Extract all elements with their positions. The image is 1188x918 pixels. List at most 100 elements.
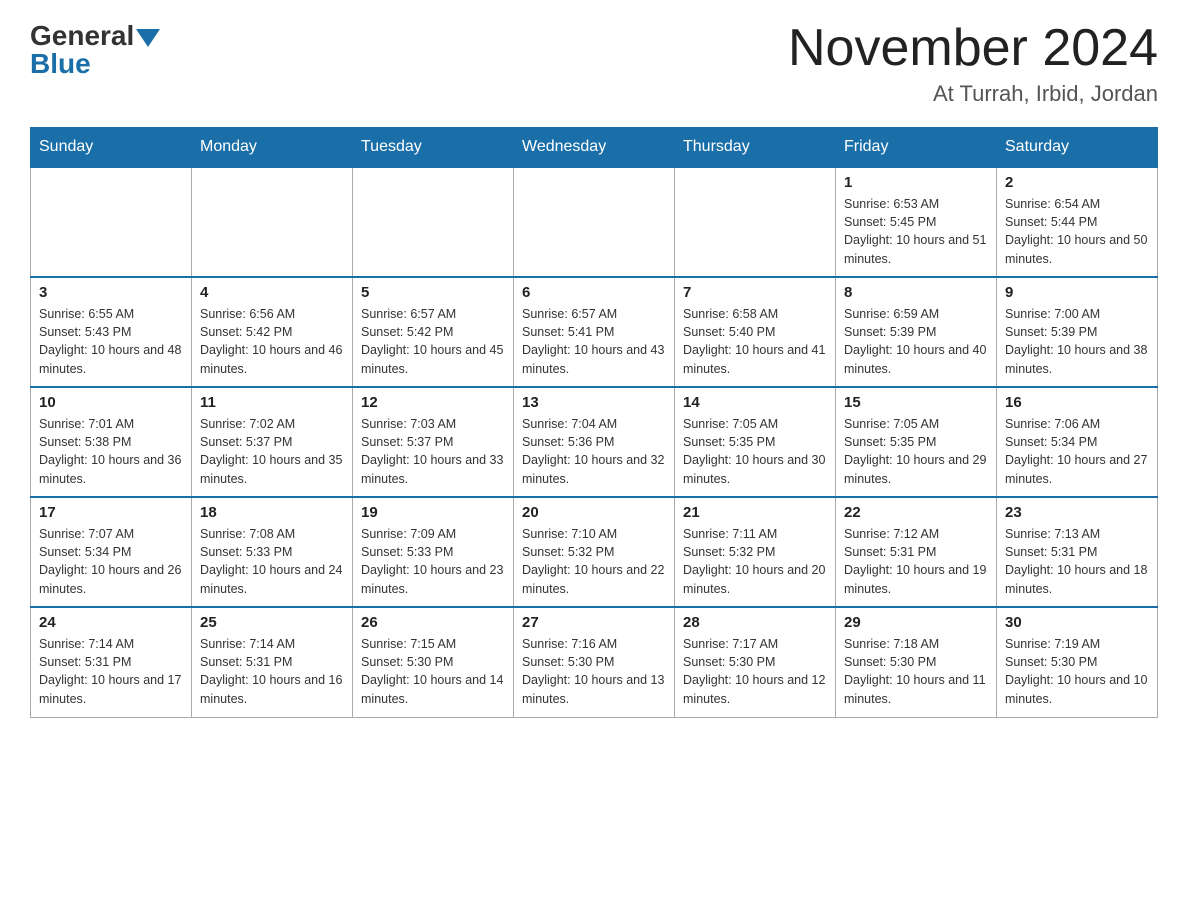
calendar-cell: 23 Sunrise: 7:13 AMSunset: 5:31 PMDayligh… (997, 497, 1158, 607)
week-row-5: 24 Sunrise: 7:14 AMSunset: 5:31 PMDayligh… (31, 607, 1158, 717)
day-number: 22 (844, 504, 988, 521)
calendar-header-wednesday: Wednesday (514, 128, 675, 168)
day-info: Sunrise: 7:06 AMSunset: 5:34 PMDaylight:… (1005, 415, 1149, 488)
calendar-cell: 15 Sunrise: 7:05 AMSunset: 5:35 PMDayligh… (836, 387, 997, 497)
day-info: Sunrise: 7:04 AMSunset: 5:36 PMDaylight:… (522, 415, 666, 488)
calendar-cell: 8 Sunrise: 6:59 AMSunset: 5:39 PMDaylight… (836, 277, 997, 387)
day-number: 2 (1005, 174, 1149, 191)
logo-blue-text: Blue (30, 48, 91, 80)
calendar-header-tuesday: Tuesday (353, 128, 514, 168)
calendar-cell: 26 Sunrise: 7:15 AMSunset: 5:30 PMDayligh… (353, 607, 514, 717)
day-info: Sunrise: 7:02 AMSunset: 5:37 PMDaylight:… (200, 415, 344, 488)
calendar-cell: 2 Sunrise: 6:54 AMSunset: 5:44 PMDaylight… (997, 167, 1158, 277)
day-info: Sunrise: 7:16 AMSunset: 5:30 PMDaylight:… (522, 635, 666, 708)
day-info: Sunrise: 7:13 AMSunset: 5:31 PMDaylight:… (1005, 525, 1149, 598)
day-info: Sunrise: 7:17 AMSunset: 5:30 PMDaylight:… (683, 635, 827, 708)
calendar-cell: 24 Sunrise: 7:14 AMSunset: 5:31 PMDayligh… (31, 607, 192, 717)
day-info: Sunrise: 6:59 AMSunset: 5:39 PMDaylight:… (844, 305, 988, 378)
calendar-cell: 10 Sunrise: 7:01 AMSunset: 5:38 PMDayligh… (31, 387, 192, 497)
day-info: Sunrise: 7:01 AMSunset: 5:38 PMDaylight:… (39, 415, 183, 488)
day-number: 19 (361, 504, 505, 521)
calendar-cell: 9 Sunrise: 7:00 AMSunset: 5:39 PMDaylight… (997, 277, 1158, 387)
day-info: Sunrise: 6:57 AMSunset: 5:42 PMDaylight:… (361, 305, 505, 378)
title-block: November 2024 At Turrah, Irbid, Jordan (788, 20, 1158, 107)
day-number: 7 (683, 284, 827, 301)
week-row-1: 1 Sunrise: 6:53 AMSunset: 5:45 PMDaylight… (31, 167, 1158, 277)
day-info: Sunrise: 7:14 AMSunset: 5:31 PMDaylight:… (200, 635, 344, 708)
day-info: Sunrise: 7:03 AMSunset: 5:37 PMDaylight:… (361, 415, 505, 488)
day-number: 8 (844, 284, 988, 301)
calendar-cell: 30 Sunrise: 7:19 AMSunset: 5:30 PMDayligh… (997, 607, 1158, 717)
calendar-cell: 28Sunrise: 7:17 AMSunset: 5:30 PMDayligh… (675, 607, 836, 717)
day-number: 29 (844, 614, 988, 631)
day-info: Sunrise: 6:53 AMSunset: 5:45 PMDaylight:… (844, 195, 988, 268)
day-info: Sunrise: 7:05 AMSunset: 5:35 PMDaylight:… (844, 415, 988, 488)
calendar-cell: 12 Sunrise: 7:03 AMSunset: 5:37 PMDayligh… (353, 387, 514, 497)
day-info: Sunrise: 6:58 AMSunset: 5:40 PMDaylight:… (683, 305, 827, 378)
day-info: Sunrise: 6:56 AMSunset: 5:42 PMDaylight:… (200, 305, 344, 378)
calendar-cell: 17 Sunrise: 7:07 AMSunset: 5:34 PMDayligh… (31, 497, 192, 607)
week-row-4: 17 Sunrise: 7:07 AMSunset: 5:34 PMDayligh… (31, 497, 1158, 607)
day-number: 20 (522, 504, 666, 521)
page-header: General Blue November 2024 At Turrah, Ir… (30, 20, 1158, 107)
calendar-cell (514, 167, 675, 277)
calendar-cell: 21 Sunrise: 7:11 AMSunset: 5:32 PMDayligh… (675, 497, 836, 607)
day-info: Sunrise: 7:15 AMSunset: 5:30 PMDaylight:… (361, 635, 505, 708)
day-number: 10 (39, 394, 183, 411)
calendar-header-row: SundayMondayTuesdayWednesdayThursdayFrid… (31, 128, 1158, 168)
calendar-header-monday: Monday (192, 128, 353, 168)
day-info: Sunrise: 6:54 AMSunset: 5:44 PMDaylight:… (1005, 195, 1149, 268)
day-number: 15 (844, 394, 988, 411)
calendar-cell (675, 167, 836, 277)
day-info: Sunrise: 7:19 AMSunset: 5:30 PMDaylight:… (1005, 635, 1149, 708)
calendar-cell: 7 Sunrise: 6:58 AMSunset: 5:40 PMDaylight… (675, 277, 836, 387)
day-number: 30 (1005, 614, 1149, 631)
day-number: 3 (39, 284, 183, 301)
day-number: 6 (522, 284, 666, 301)
day-info: Sunrise: 7:00 AMSunset: 5:39 PMDaylight:… (1005, 305, 1149, 378)
calendar-cell (353, 167, 514, 277)
calendar-cell: 27Sunrise: 7:16 AMSunset: 5:30 PMDayligh… (514, 607, 675, 717)
day-info: Sunrise: 6:55 AMSunset: 5:43 PMDaylight:… (39, 305, 183, 378)
day-number: 25 (200, 614, 344, 631)
day-info: Sunrise: 7:05 AMSunset: 5:35 PMDaylight:… (683, 415, 827, 488)
calendar-cell: 22 Sunrise: 7:12 AMSunset: 5:31 PMDayligh… (836, 497, 997, 607)
day-info: Sunrise: 7:14 AMSunset: 5:31 PMDaylight:… (39, 635, 183, 708)
day-number: 18 (200, 504, 344, 521)
calendar-cell: 11 Sunrise: 7:02 AMSunset: 5:37 PMDayligh… (192, 387, 353, 497)
day-number: 17 (39, 504, 183, 521)
day-number: 13 (522, 394, 666, 411)
calendar-cell: 3 Sunrise: 6:55 AMSunset: 5:43 PMDaylight… (31, 277, 192, 387)
calendar-header-friday: Friday (836, 128, 997, 168)
day-info: Sunrise: 7:09 AMSunset: 5:33 PMDaylight:… (361, 525, 505, 598)
day-info: Sunrise: 7:11 AMSunset: 5:32 PMDaylight:… (683, 525, 827, 598)
day-info: Sunrise: 7:08 AMSunset: 5:33 PMDaylight:… (200, 525, 344, 598)
day-number: 21 (683, 504, 827, 521)
day-number: 26 (361, 614, 505, 631)
calendar-cell: 25 Sunrise: 7:14 AMSunset: 5:31 PMDayligh… (192, 607, 353, 717)
day-number: 14 (683, 394, 827, 411)
day-info: Sunrise: 7:07 AMSunset: 5:34 PMDaylight:… (39, 525, 183, 598)
calendar-cell: 4 Sunrise: 6:56 AMSunset: 5:42 PMDaylight… (192, 277, 353, 387)
day-info: Sunrise: 7:12 AMSunset: 5:31 PMDaylight:… (844, 525, 988, 598)
day-info: Sunrise: 6:57 AMSunset: 5:41 PMDaylight:… (522, 305, 666, 378)
day-number: 16 (1005, 394, 1149, 411)
day-number: 11 (200, 394, 344, 411)
calendar-cell: 16 Sunrise: 7:06 AMSunset: 5:34 PMDayligh… (997, 387, 1158, 497)
calendar-cell: 18 Sunrise: 7:08 AMSunset: 5:33 PMDayligh… (192, 497, 353, 607)
day-number: 23 (1005, 504, 1149, 521)
calendar-cell: 29Sunrise: 7:18 AMSunset: 5:30 PMDayligh… (836, 607, 997, 717)
day-number: 1 (844, 174, 988, 191)
day-number: 4 (200, 284, 344, 301)
calendar-header-sunday: Sunday (31, 128, 192, 168)
day-number: 24 (39, 614, 183, 631)
calendar-header-thursday: Thursday (675, 128, 836, 168)
location-subtitle: At Turrah, Irbid, Jordan (788, 81, 1158, 107)
day-number: 9 (1005, 284, 1149, 301)
month-title: November 2024 (788, 20, 1158, 77)
calendar-cell: 13 Sunrise: 7:04 AMSunset: 5:36 PMDayligh… (514, 387, 675, 497)
day-number: 12 (361, 394, 505, 411)
calendar-cell: 5Sunrise: 6:57 AMSunset: 5:42 PMDaylight… (353, 277, 514, 387)
calendar-cell: 14 Sunrise: 7:05 AMSunset: 5:35 PMDayligh… (675, 387, 836, 497)
calendar-header-saturday: Saturday (997, 128, 1158, 168)
